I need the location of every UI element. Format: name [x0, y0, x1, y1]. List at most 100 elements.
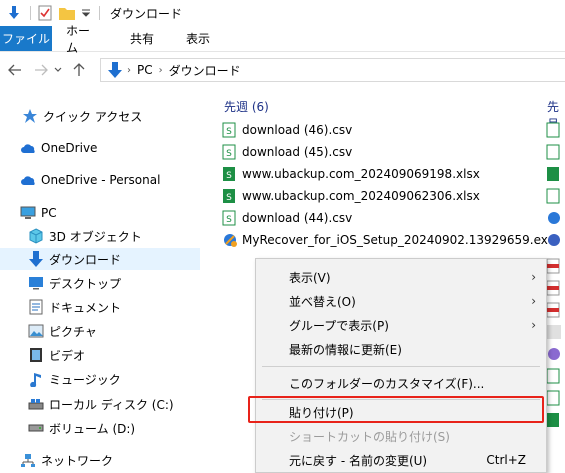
- installer-icon[interactable]: [546, 346, 562, 362]
- svg-text:S: S: [226, 171, 232, 181]
- up-button[interactable]: [68, 59, 90, 81]
- svg-text:S: S: [226, 215, 232, 225]
- sidebar-item-label: ミュージック: [49, 372, 121, 387]
- sidebar-item-label: ローカル ディスク (C:): [49, 397, 174, 412]
- network-icon: [20, 452, 36, 468]
- image-icon[interactable]: [546, 324, 562, 340]
- recent-locations-button[interactable]: [52, 59, 64, 81]
- down-arrow-icon[interactable]: [6, 5, 22, 21]
- music-icon: [28, 371, 44, 387]
- file-row[interactable]: S download (45).csv: [222, 141, 352, 163]
- sidebar-item-label: ネットワーク: [41, 453, 114, 468]
- csv-icon[interactable]: [546, 122, 562, 138]
- file-row[interactable]: S download (46).csv: [222, 119, 352, 141]
- csv-icon[interactable]: [546, 188, 562, 204]
- file-name: www.ubackup.com_202409069198.xlsx: [242, 167, 480, 181]
- breadcrumb-pc[interactable]: PC: [137, 63, 153, 77]
- ribbon-tabs: ファイル ホーム 共有 表示: [0, 24, 565, 55]
- breadcrumb-downloads[interactable]: ダウンロード: [169, 62, 241, 79]
- group-header-last-week[interactable]: 先週 (6): [224, 98, 269, 115]
- window-title: ダウンロード: [110, 6, 183, 21]
- cloud-icon: [20, 140, 36, 156]
- chevron-right-icon: ›: [127, 64, 131, 76]
- svg-text:S: S: [226, 127, 232, 137]
- sidebar-item-desktop[interactable]: デスクトップ: [0, 272, 200, 294]
- menu-item-label: 表示(V): [289, 270, 331, 285]
- file-name: download (44).csv: [242, 211, 353, 225]
- sidebar-item-volume-d[interactable]: ボリューム (D:): [0, 417, 200, 439]
- menu-item-label: 最新の情報に更新(E): [289, 342, 402, 357]
- pdf-icon[interactable]: [546, 280, 562, 296]
- sidebar-item-network[interactable]: ネットワーク: [0, 449, 200, 471]
- pdf-icon[interactable]: [546, 302, 562, 318]
- new-folder-icon[interactable]: [59, 5, 75, 21]
- menu-item-undo-rename[interactable]: 元に戻す - 名前の変更(U) Ctrl+Z: [256, 448, 546, 472]
- csv-icon: S: [222, 122, 238, 138]
- file-row[interactable]: MyRecover_for_iOS_Setup_20240902.1392965…: [222, 229, 555, 251]
- file-row[interactable]: S www.ubackup.com_202409069198.xlsx: [222, 163, 480, 185]
- sidebar-item-label: デスクトップ: [49, 276, 122, 291]
- sidebar-item-quick-access[interactable]: クイック アクセス: [0, 105, 200, 127]
- chevron-right-icon: ›: [531, 270, 536, 284]
- pdf-icon[interactable]: [546, 258, 562, 274]
- menu-item-sort[interactable]: 並べ替え(O) ›: [256, 289, 546, 313]
- tab-share[interactable]: 共有: [114, 26, 170, 51]
- address-box[interactable]: › PC › ダウンロード: [100, 58, 565, 82]
- separator: [99, 6, 100, 20]
- disk-icon: [28, 396, 44, 412]
- sidebar-item-label: ダウンロード: [49, 252, 122, 267]
- tab-home[interactable]: ホーム: [52, 24, 114, 55]
- menu-item-paste-shortcut[interactable]: ショートカットの貼り付け(S): [256, 424, 546, 448]
- navigation-pane: クイック アクセス OneDrive OneDrive - Personal P…: [0, 92, 200, 473]
- customize-dropdown-icon[interactable]: [81, 5, 91, 21]
- menu-item-refresh[interactable]: 最新の情報に更新(E): [256, 337, 546, 361]
- sidebar-item-local-disk[interactable]: ローカル ディスク (C:): [0, 393, 200, 415]
- sidebar-item-pictures[interactable]: ピクチャ: [0, 320, 200, 342]
- xlsx-icon[interactable]: [546, 166, 562, 182]
- xlsx-icon[interactable]: [546, 412, 562, 428]
- svg-text:S: S: [226, 149, 232, 159]
- cube-icon: [28, 228, 44, 244]
- desktop-icon: [28, 275, 44, 291]
- forward-button[interactable]: [30, 59, 52, 81]
- sidebar-item-downloads[interactable]: ダウンロード: [0, 248, 200, 270]
- xlsx-icon: S: [222, 188, 238, 204]
- menu-item-group-by[interactable]: グループで表示(P) ›: [256, 313, 546, 337]
- tab-view[interactable]: 表示: [170, 26, 226, 51]
- sidebar-item-onedrive[interactable]: OneDrive: [0, 137, 200, 159]
- sidebar-item-music[interactable]: ミュージック: [0, 368, 200, 390]
- menu-item-label: グループで表示(P): [289, 318, 389, 333]
- sidebar-item-documents[interactable]: ドキュメント: [0, 296, 200, 318]
- csv-icon[interactable]: [546, 368, 562, 384]
- csv-icon[interactable]: [546, 390, 562, 406]
- csv-icon: S: [222, 144, 238, 160]
- csv-icon[interactable]: [546, 144, 562, 160]
- tab-file[interactable]: ファイル: [0, 26, 52, 51]
- sidebar-item-label: ボリューム (D:): [49, 421, 136, 436]
- file-row[interactable]: S download (44).csv: [222, 207, 352, 229]
- sidebar-item-3d-objects[interactable]: 3D オブジェクト: [0, 225, 200, 247]
- video-icon: [28, 347, 44, 363]
- separator: [30, 6, 31, 20]
- picture-icon: [28, 323, 44, 339]
- sidebar-item-label: 3D オブジェクト: [49, 229, 142, 244]
- sidebar-item-onedrive-personal[interactable]: OneDrive - Personal: [0, 169, 200, 191]
- file-row[interactable]: S www.ubackup.com_202409062306.xlsx: [222, 185, 480, 207]
- sidebar-item-pc[interactable]: PC: [0, 202, 200, 224]
- cloud-icon: [20, 172, 36, 188]
- file-name: MyRecover_for_iOS_Setup_20240902.1392965…: [242, 233, 555, 247]
- menu-separator: [262, 366, 540, 367]
- paste-highlight-box: [248, 396, 544, 423]
- sidebar-item-videos[interactable]: ビデオ: [0, 344, 200, 366]
- svg-text:S: S: [226, 193, 232, 203]
- menu-item-view[interactable]: 表示(V) ›: [256, 265, 546, 289]
- context-menu: 表示(V) › 並べ替え(O) › グループで表示(P) › 最新の情報に更新(…: [255, 258, 547, 473]
- menu-item-customize-folder[interactable]: このフォルダーのカスタマイズ(F)...: [256, 371, 546, 395]
- installer-icon[interactable]: [546, 232, 562, 248]
- file-name: download (46).csv: [242, 123, 353, 137]
- installer-icon[interactable]: [546, 210, 562, 226]
- properties-icon[interactable]: [37, 5, 53, 21]
- back-button[interactable]: [4, 59, 26, 81]
- menu-item-label: このフォルダーのカスタマイズ(F)...: [289, 376, 485, 391]
- menu-item-label: 並べ替え(O): [289, 294, 356, 309]
